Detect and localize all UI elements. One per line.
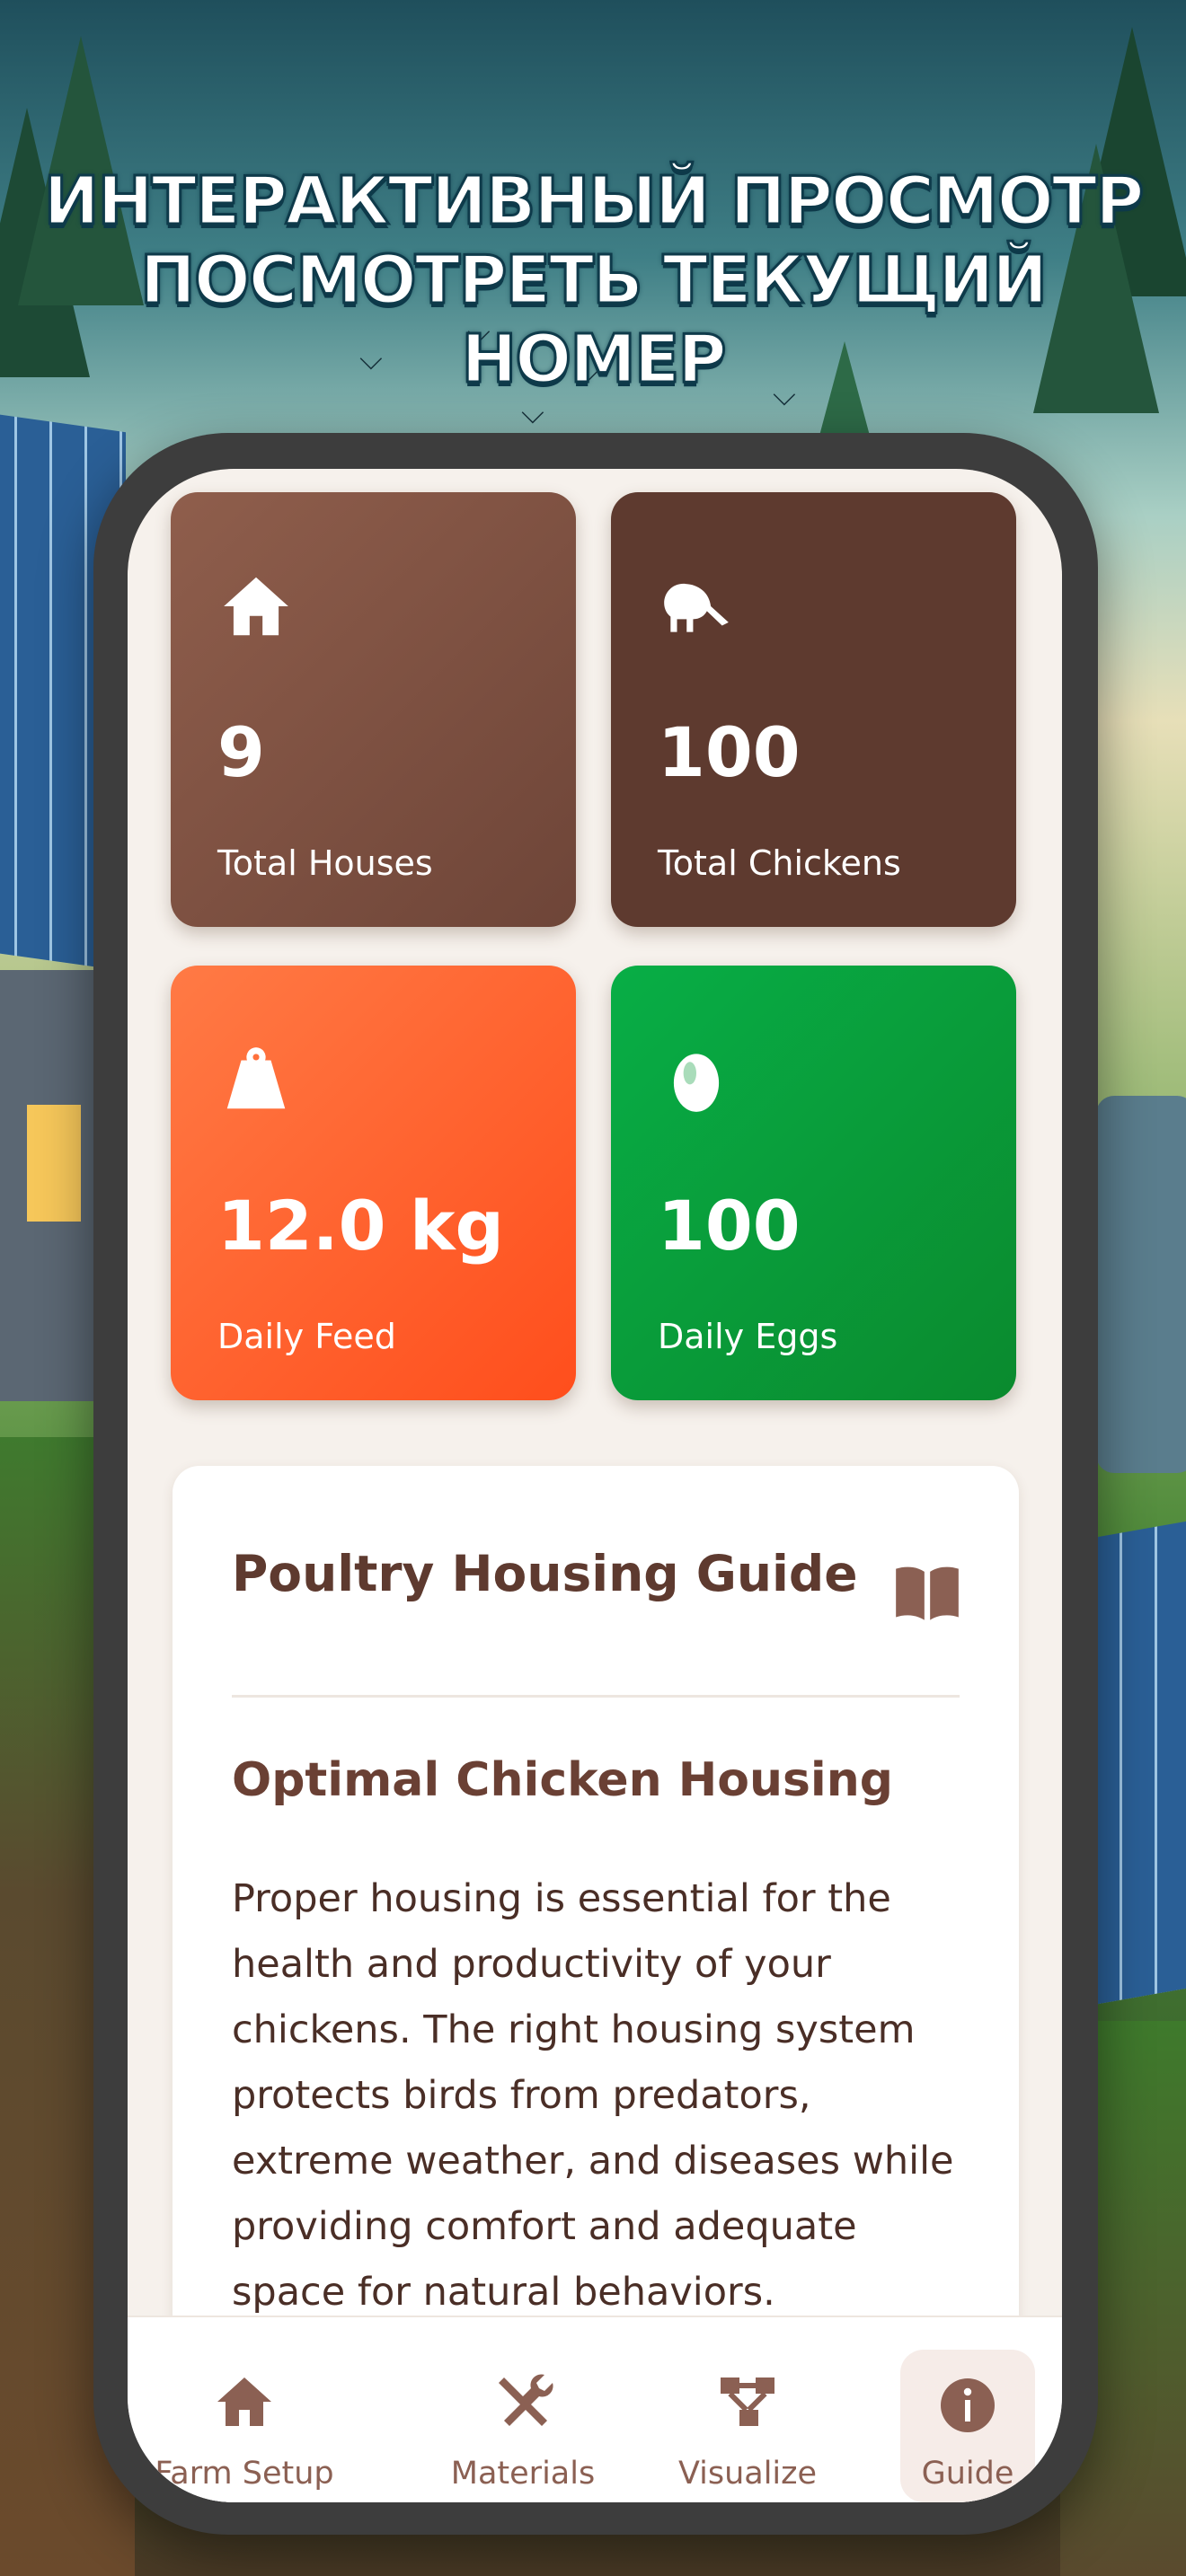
stat-card-daily-eggs[interactable]: 100 Daily Eggs: [611, 966, 1016, 1400]
tab-farm-setup[interactable]: Farm Setup: [146, 2317, 343, 2502]
stat-value: 100: [658, 712, 801, 792]
stat-card-total-houses[interactable]: 9 Total Houses: [171, 492, 576, 927]
chicken-icon: [664, 583, 729, 632]
tab-label: Farm Setup: [155, 2456, 334, 2492]
egg-icon: [673, 1054, 720, 1112]
stat-label: Total Chickens: [658, 843, 901, 883]
tab-label: Visualize: [677, 2456, 818, 2492]
tab-guide[interactable]: Guide: [900, 2350, 1035, 2502]
stats-grid: 9 Total Houses 100 Total Chickens 12.0 k…: [171, 492, 1019, 1426]
guide-body-text: Proper housing is essential for the heal…: [232, 1876, 954, 2315]
weight-icon: [226, 1047, 286, 1109]
tab-visualize[interactable]: Visualize: [658, 2317, 837, 2502]
promo-headline: ИНТЕРАКТИВНЫЙ ПРОСМОТР ПОСМОТРЕТЬ ТЕКУЩИ…: [0, 162, 1186, 400]
house-icon: [224, 577, 288, 636]
app-screen: 9 Total Houses 100 Total Chickens 12.0 k…: [128, 469, 1062, 2502]
headline-line-1: ИНТЕРАКТИВНЫЙ ПРОСМОТР: [42, 162, 1146, 242]
stat-value: 9: [217, 712, 265, 792]
headline-line-2: ПОСМОТРЕТЬ ТЕКУЩИЙ НОМЕР: [138, 241, 1049, 400]
stat-value: 12.0 kg: [217, 1186, 504, 1266]
stat-card-daily-feed[interactable]: 12.0 kg Daily Feed: [171, 966, 576, 1400]
house-icon: [217, 2378, 271, 2426]
book-icon[interactable]: [893, 1563, 961, 1620]
tab-label: Materials: [450, 2456, 596, 2492]
stat-label: Daily Eggs: [658, 1317, 838, 1356]
tools-icon: [499, 2374, 553, 2426]
diagram-icon: [721, 2378, 774, 2426]
guide-divider: [232, 1695, 960, 1698]
water-tank: [1096, 1096, 1186, 1473]
bottom-nav: Farm Setup Materials Visualize Guide: [128, 2316, 1062, 2502]
solar-panel: [1087, 1514, 1186, 2007]
guide-subtitle: Optimal Chicken Housing: [232, 1753, 893, 1807]
stat-value: 100: [658, 1186, 801, 1266]
info-icon: [941, 2378, 995, 2432]
guide-title: Poultry Housing Guide: [232, 1545, 858, 1602]
stat-label: Total Houses: [217, 843, 433, 883]
tab-materials[interactable]: Materials: [415, 2317, 631, 2502]
bird-icon: ⌵: [521, 395, 544, 431]
stat-label: Daily Feed: [217, 1317, 396, 1356]
tab-label: Guide: [921, 2456, 1014, 2492]
window-light: [27, 1105, 81, 1222]
stat-card-total-chickens[interactable]: 100 Total Chickens: [611, 492, 1016, 927]
